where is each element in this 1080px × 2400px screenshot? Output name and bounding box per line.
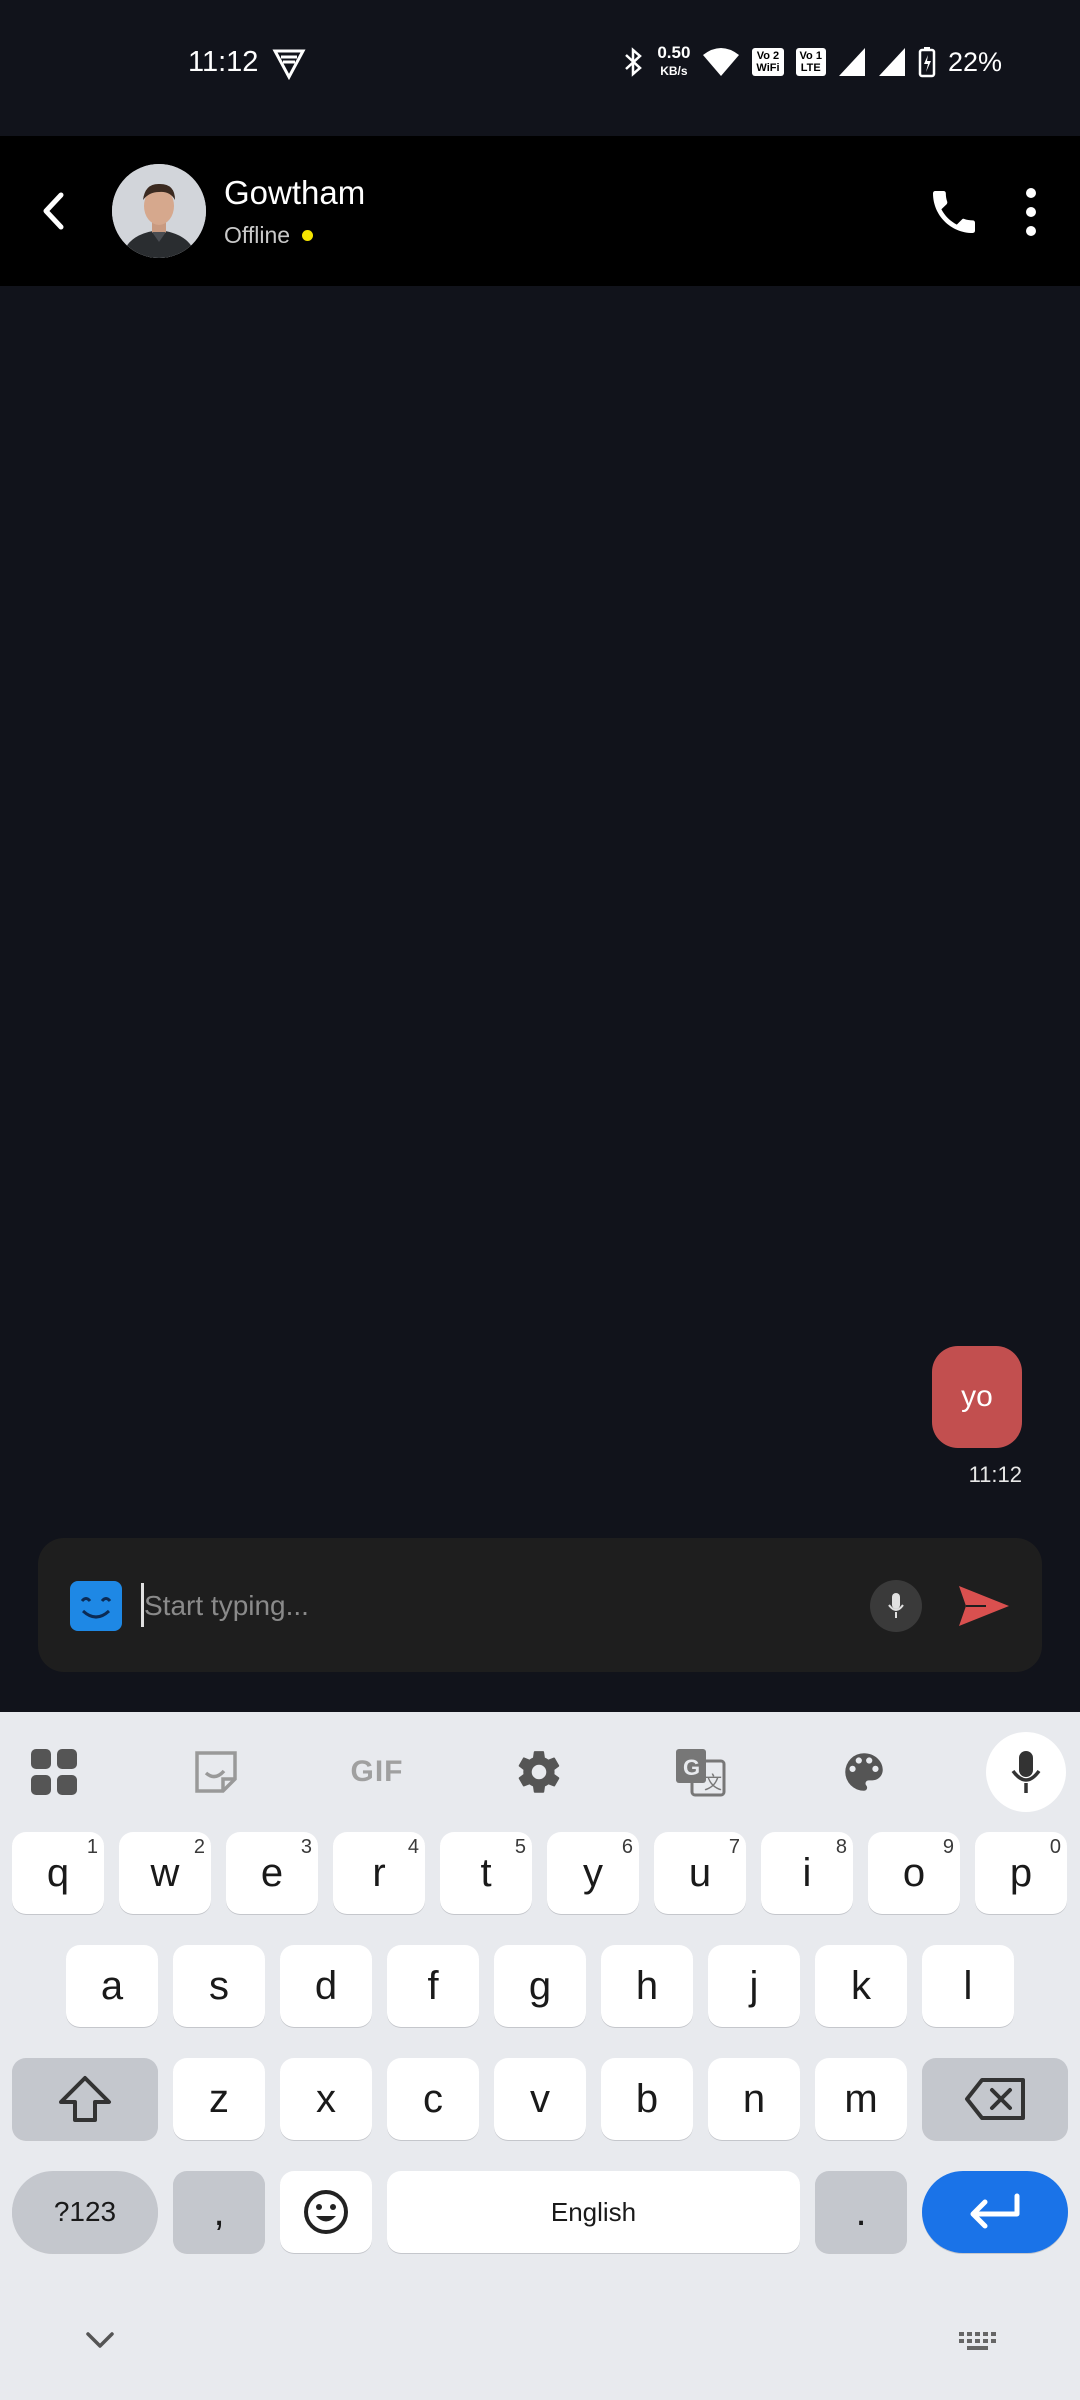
key-q[interactable]: q1	[12, 1832, 104, 1914]
comma-key[interactable]: ,	[173, 2171, 265, 2253]
signal-icon	[838, 48, 865, 76]
net-speed: 0.50 KB/s	[657, 44, 690, 80]
net-speed-value: 0.50	[657, 43, 691, 62]
key-h[interactable]: h	[601, 1945, 693, 2027]
vpn-icon	[272, 49, 306, 80]
contact-photo	[112, 164, 206, 258]
key-i[interactable]: i8	[761, 1832, 853, 1914]
key-g[interactable]: g	[494, 1945, 586, 2027]
key-f[interactable]: f	[387, 1945, 479, 2027]
message-bubble-outgoing[interactable]: yo	[932, 1346, 1022, 1448]
message-composer	[38, 1538, 1042, 1672]
smiley-icon	[80, 1597, 112, 1619]
gear-icon	[518, 1751, 560, 1793]
bluetooth-icon	[625, 47, 643, 77]
microphone-icon	[888, 1593, 904, 1618]
contact-status: Offline	[224, 222, 314, 249]
send-icon	[959, 1586, 1009, 1626]
backspace-icon	[965, 2078, 1025, 2120]
gif-button[interactable]: GIF	[337, 1732, 417, 1812]
keyboard-switch-icon[interactable]	[958, 2330, 998, 2352]
key-j[interactable]: j	[708, 1945, 800, 2027]
status-bar: 11:12 0.50 KB/s Vo 2 WiFi Vo 1 LTE 22%	[0, 0, 1080, 136]
key-x[interactable]: x	[280, 2058, 372, 2140]
apps-grid-icon	[31, 1749, 77, 1795]
voice-note-button[interactable]	[870, 1580, 922, 1632]
smiley-icon	[304, 2190, 348, 2234]
key-o[interactable]: o9	[868, 1832, 960, 1914]
space-key[interactable]: English	[387, 2171, 800, 2253]
sticker-shape	[195, 1751, 237, 1793]
contact-name[interactable]: Gowtham	[224, 174, 365, 212]
hide-keyboard-icon[interactable]	[82, 2328, 118, 2352]
translate-glyph: G 文	[676, 1749, 726, 1797]
mic-icon	[1011, 1751, 1041, 1793]
symbols-key[interactable]: ?123	[12, 2171, 158, 2253]
theme-palette-icon	[845, 1753, 883, 1791]
message-input[interactable]	[142, 1582, 846, 1630]
shift-key[interactable]	[12, 2058, 158, 2140]
more-options-button[interactable]	[1016, 182, 1046, 242]
signal-icon	[878, 48, 905, 76]
avatar[interactable]	[112, 164, 206, 258]
status-time: 11:12	[188, 46, 259, 78]
translate-icon[interactable]: G 文	[660, 1732, 740, 1812]
sticker-icon[interactable]	[176, 1732, 256, 1812]
key-b[interactable]: b	[601, 2058, 693, 2140]
back-button[interactable]	[30, 181, 76, 241]
apps-icon[interactable]	[14, 1732, 94, 1812]
status-icons: 0.50 KB/s Vo 2 WiFi Vo 1 LTE 22%	[623, 44, 1002, 80]
battery-charging-icon	[918, 47, 936, 78]
gif-label: GIF	[350, 1755, 404, 1788]
chat-header: Gowtham Offline	[0, 136, 1080, 286]
key-a[interactable]: a	[66, 1945, 158, 2027]
backspace-key[interactable]	[922, 2058, 1068, 2140]
key-c[interactable]: c	[387, 2058, 479, 2140]
enter-arrow-icon	[970, 2193, 1020, 2229]
key-p[interactable]: p0	[975, 1832, 1067, 1914]
chevron-left-icon	[43, 192, 64, 230]
svg-text:文: 文	[704, 1773, 722, 1793]
sim2-badge: Vo 1 LTE	[795, 48, 826, 76]
keyboard-mic-button[interactable]	[986, 1732, 1066, 1812]
status-dot	[302, 230, 314, 241]
enter-key[interactable]	[922, 2171, 1068, 2253]
dot	[1026, 188, 1036, 198]
wifi-icon	[703, 48, 740, 76]
dot	[1026, 226, 1036, 236]
key-m[interactable]: m	[815, 2058, 907, 2140]
key-z[interactable]: z	[173, 2058, 265, 2140]
message-timestamp: 11:12	[968, 1462, 1022, 1487]
key-w[interactable]: w2	[119, 1832, 211, 1914]
dot	[1026, 207, 1036, 217]
key-l[interactable]: l	[922, 1945, 1014, 2027]
status-text: Offline	[224, 222, 291, 248]
net-speed-unit: KB/s	[660, 64, 688, 78]
key-s[interactable]: s	[173, 1945, 265, 2027]
phone-icon	[933, 191, 975, 233]
key-k[interactable]: k	[815, 1945, 907, 2027]
key-t[interactable]: t5	[440, 1832, 532, 1914]
sim1-badge: Vo 2 WiFi	[752, 48, 784, 76]
svg-text:G: G	[683, 1755, 700, 1780]
key-y[interactable]: y6	[547, 1832, 639, 1914]
key-u[interactable]: u7	[654, 1832, 746, 1914]
key-v[interactable]: v	[494, 2058, 586, 2140]
emoji-button[interactable]	[70, 1581, 122, 1631]
key-d[interactable]: d	[280, 1945, 372, 2027]
palette-icon[interactable]	[824, 1732, 904, 1812]
settings-icon[interactable]	[499, 1732, 579, 1812]
key-e[interactable]: e3	[226, 1832, 318, 1914]
key-r[interactable]: r4	[333, 1832, 425, 1914]
shift-arrow-icon	[59, 2076, 111, 2122]
battery-percent: 22%	[947, 46, 1002, 77]
key-n[interactable]: n	[708, 2058, 800, 2140]
send-button[interactable]	[956, 1582, 1012, 1630]
emoji-key[interactable]	[280, 2171, 372, 2253]
call-button[interactable]	[926, 184, 982, 240]
period-key[interactable]: .	[815, 2171, 907, 2253]
keyboard: GIF G 文 q1 w2 e3 r4 t5 y6 u7 i8 o9 p0 a	[0, 1712, 1080, 2400]
